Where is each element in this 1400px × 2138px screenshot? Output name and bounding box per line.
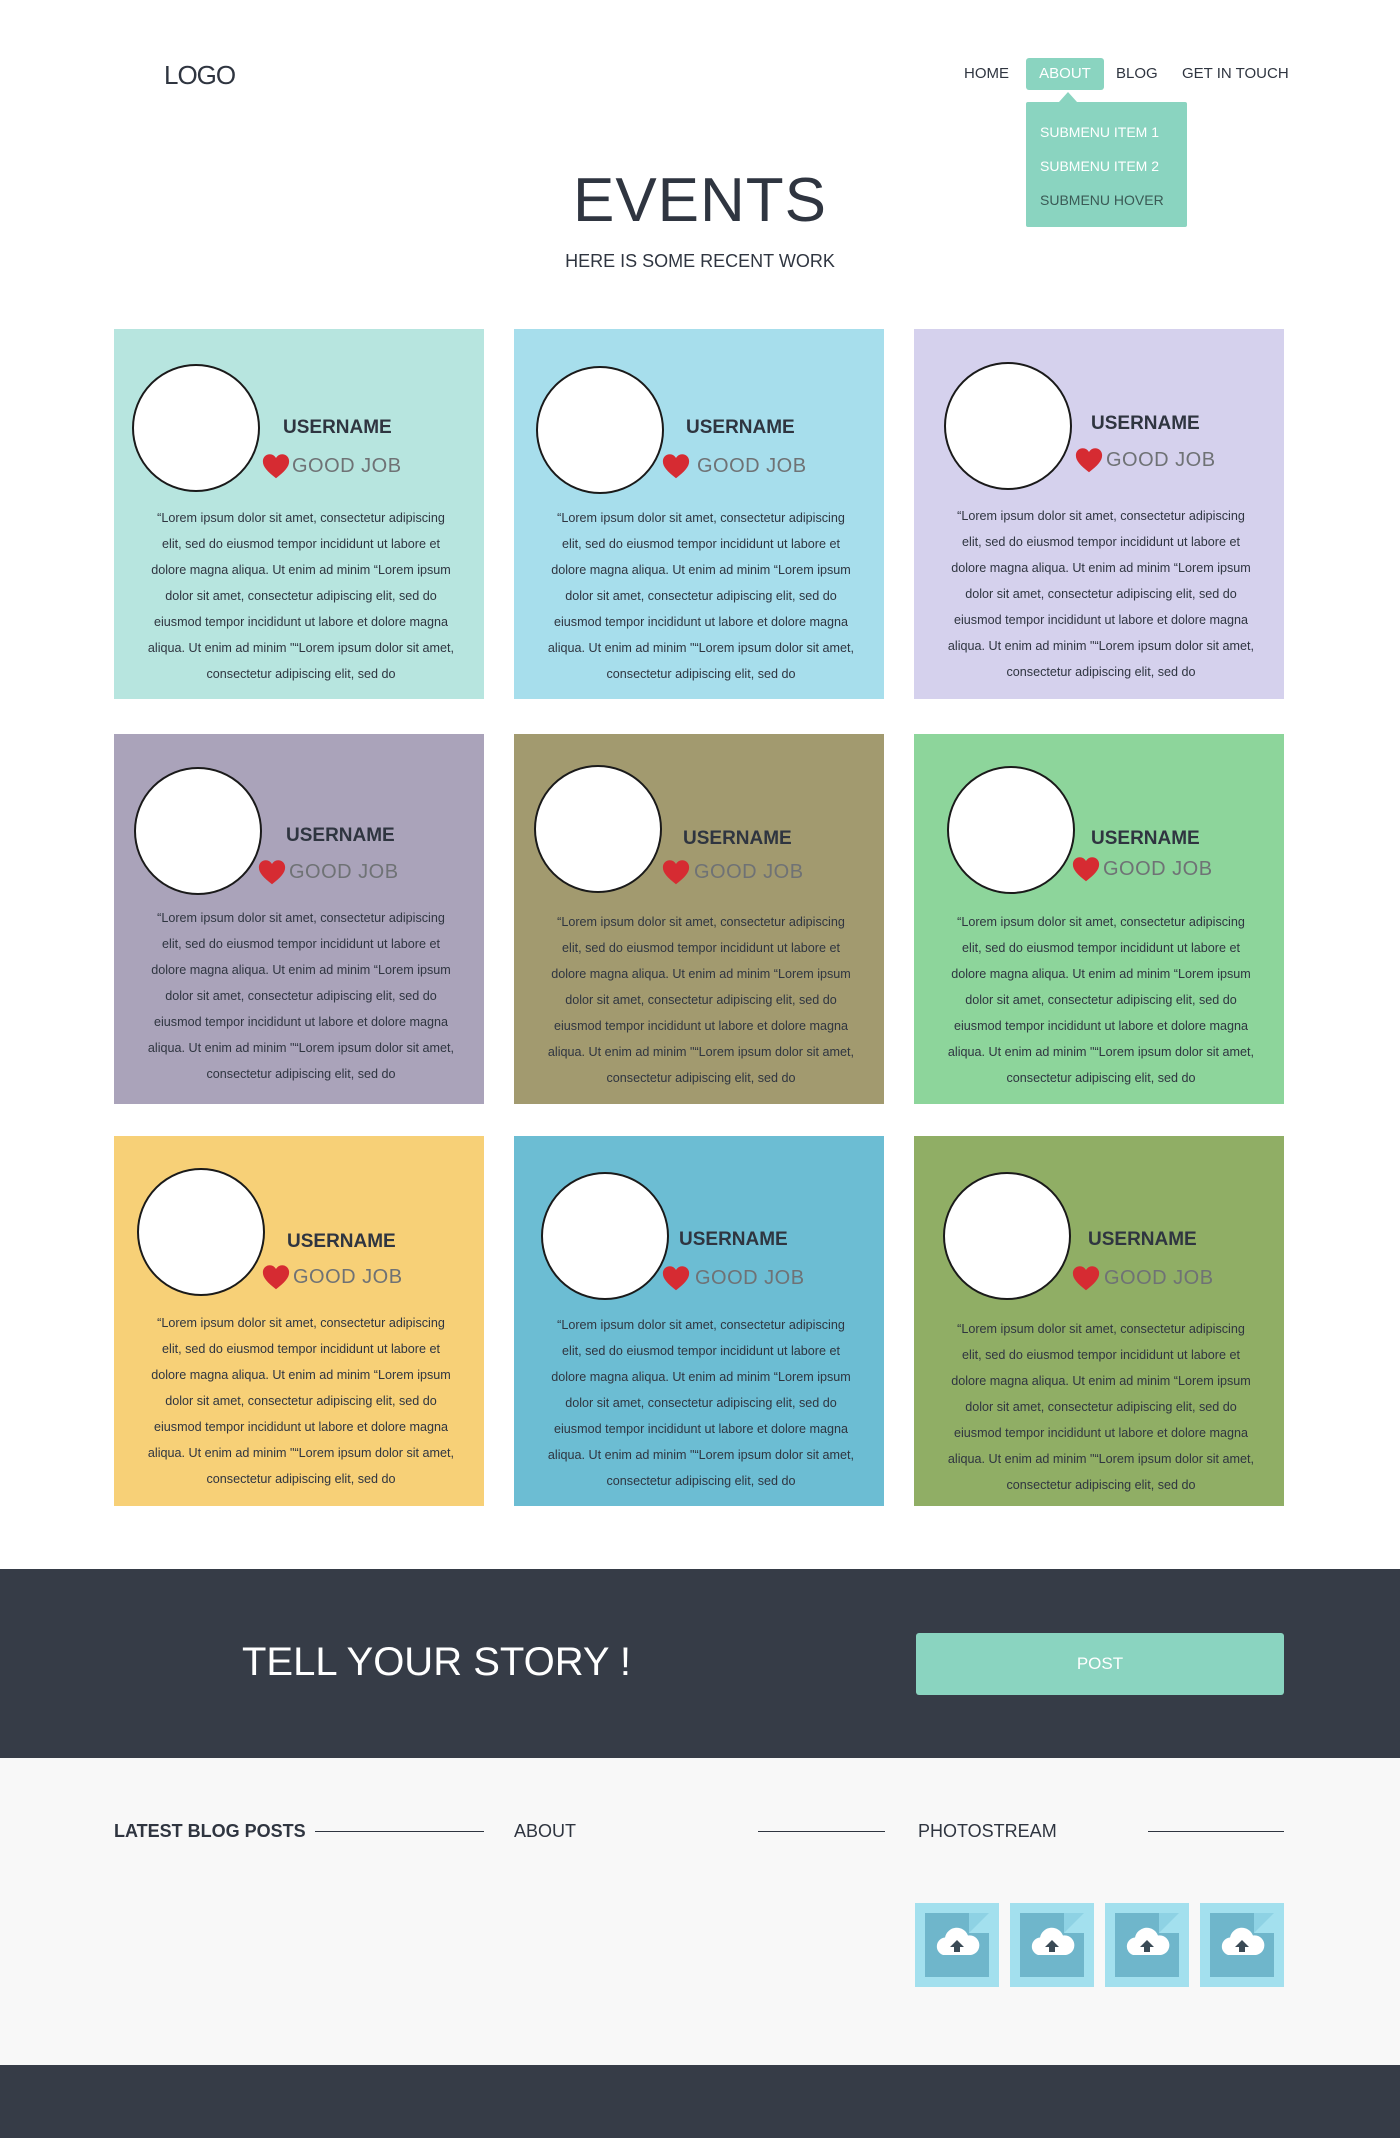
- event-card[interactable]: USERNAME GOOD JOB “Lorem ipsum dolor sit a…: [914, 1136, 1284, 1506]
- card-username[interactable]: USERNAME: [686, 417, 795, 439]
- cloud-upload-icon: [1020, 1913, 1084, 1977]
- card-text: “Lorem ipsum dolor sit amet, consectetur…: [947, 915, 1255, 1085]
- event-card[interactable]: USERNAME GOOD JOB “Lorem ipsum dolor sit a…: [514, 329, 884, 699]
- card-text: “Lorem ipsum dolor sit amet, consectetur…: [547, 1318, 855, 1488]
- avatar[interactable]: [943, 1172, 1071, 1300]
- photostream-thumbnail[interactable]: [1200, 1903, 1284, 1987]
- card-text: “Lorem ipsum dolor sit amet, consectetur…: [547, 915, 855, 1085]
- event-card[interactable]: USERNAME GOOD JOB “Lorem ipsum dolor sit a…: [914, 734, 1284, 1104]
- footer-divider: [1148, 1831, 1284, 1832]
- card-status: GOOD JOB: [1103, 858, 1213, 880]
- avatar[interactable]: [134, 767, 262, 895]
- page-title: EVENTS: [572, 166, 828, 235]
- card-username[interactable]: USERNAME: [287, 1231, 396, 1253]
- card-text: “Lorem ipsum dolor sit amet, consectetur…: [147, 911, 455, 1081]
- footer-divider: [315, 1831, 484, 1832]
- submenu-item-1[interactable]: SUBMENU ITEM 1: [1040, 124, 1159, 140]
- card-status: GOOD JOB: [292, 455, 402, 477]
- avatar[interactable]: [541, 1172, 669, 1300]
- page-fold-icon: [1254, 1913, 1274, 1933]
- card-username[interactable]: USERNAME: [1088, 1229, 1197, 1251]
- cloud-upload-icon: [1210, 1913, 1274, 1977]
- card-status: GOOD JOB: [293, 1266, 403, 1288]
- card-status: GOOD JOB: [1106, 449, 1216, 471]
- cloud-upload-icon: [1115, 1913, 1179, 1977]
- event-card[interactable]: USERNAME GOOD JOB “Lorem ipsum dolor sit a…: [114, 329, 484, 699]
- avatar[interactable]: [132, 364, 260, 492]
- heart-icon[interactable]: [1075, 446, 1103, 474]
- story-title: TELL YOUR STORY !: [242, 1640, 632, 1684]
- nav-item-about[interactable]: ABOUT: [1026, 58, 1104, 90]
- card-username[interactable]: USERNAME: [286, 825, 395, 847]
- avatar[interactable]: [536, 366, 664, 494]
- heart-icon[interactable]: [262, 1263, 290, 1291]
- card-username[interactable]: USERNAME: [683, 828, 792, 850]
- card-username[interactable]: USERNAME: [1091, 828, 1200, 850]
- photostream-heading: PHOTOSTREAM: [918, 1821, 1057, 1841]
- card-username[interactable]: USERNAME: [679, 1229, 788, 1251]
- card-status: GOOD JOB: [695, 1267, 805, 1289]
- footer: [0, 1758, 1400, 2065]
- card-username[interactable]: USERNAME: [1091, 413, 1200, 435]
- page-fold-icon: [1064, 1913, 1084, 1933]
- card-text: “Lorem ipsum dolor sit amet, consectetur…: [947, 509, 1255, 679]
- card-text: “Lorem ipsum dolor sit amet, consectetur…: [947, 1322, 1255, 1492]
- card-text: “Lorem ipsum dolor sit amet, consectetur…: [147, 511, 455, 681]
- nav-item-home[interactable]: HOME: [964, 58, 1009, 90]
- cloud-upload-icon: [925, 1913, 989, 1977]
- page-subtitle: HERE IS SOME RECENT WORK: [565, 251, 835, 271]
- card-status: GOOD JOB: [694, 861, 804, 883]
- photostream-thumbnail[interactable]: [1010, 1903, 1094, 1987]
- avatar[interactable]: [137, 1168, 265, 1296]
- card-status: GOOD JOB: [1104, 1267, 1214, 1289]
- avatar[interactable]: [534, 765, 662, 893]
- card-status: GOOD JOB: [697, 455, 807, 477]
- heart-icon[interactable]: [262, 452, 290, 480]
- card-text: “Lorem ipsum dolor sit amet, consectetur…: [547, 511, 855, 681]
- latest-blog-posts-heading: LATEST BLOG POSTS: [114, 1821, 306, 1841]
- heart-icon[interactable]: [662, 452, 690, 480]
- nav-item-blog[interactable]: BLOG: [1116, 58, 1158, 90]
- event-card[interactable]: USERNAME GOOD JOB “Lorem ipsum dolor sit a…: [514, 1136, 884, 1506]
- heart-icon[interactable]: [1072, 855, 1100, 883]
- footer-about-heading: ABOUT: [514, 1821, 577, 1841]
- card-text: “Lorem ipsum dolor sit amet, consectetur…: [147, 1316, 455, 1486]
- heart-icon[interactable]: [662, 1264, 690, 1292]
- footer-divider: [758, 1831, 885, 1832]
- heart-icon[interactable]: [258, 858, 286, 886]
- avatar[interactable]: [944, 362, 1072, 490]
- event-card[interactable]: USERNAME GOOD JOB “Lorem ipsum dolor sit a…: [514, 734, 884, 1104]
- photostream-thumbnail[interactable]: [1105, 1903, 1189, 1987]
- card-username[interactable]: USERNAME: [283, 417, 392, 439]
- avatar[interactable]: [947, 766, 1075, 894]
- event-card[interactable]: USERNAME GOOD JOB “Lorem ipsum dolor sit a…: [114, 1136, 484, 1506]
- bottom-bar: [0, 2065, 1400, 2138]
- heart-icon[interactable]: [662, 858, 690, 886]
- nav-item-get-in-touch[interactable]: GET IN TOUCH: [1182, 58, 1289, 90]
- post-button[interactable]: POST: [916, 1633, 1284, 1695]
- page-fold-icon: [969, 1913, 989, 1933]
- card-status: GOOD JOB: [289, 861, 399, 883]
- event-card[interactable]: USERNAME GOOD JOB “Lorem ipsum dolor sit a…: [914, 329, 1284, 699]
- main-nav: HOME ABOUT BLOG GET IN TOUCH: [0, 58, 1400, 92]
- heart-icon[interactable]: [1072, 1264, 1100, 1292]
- page-fold-icon: [1159, 1913, 1179, 1933]
- photostream-thumbnail[interactable]: [915, 1903, 999, 1987]
- event-card[interactable]: USERNAME GOOD JOB “Lorem ipsum dolor sit a…: [114, 734, 484, 1104]
- submenu-caret: [1059, 92, 1077, 102]
